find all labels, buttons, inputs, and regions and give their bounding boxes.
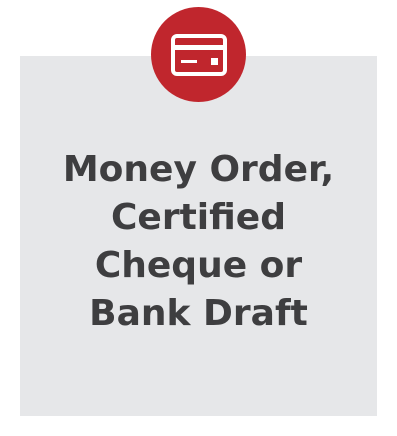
payment-method-title: Money Order, Certified Cheque or Bank Dr… xyxy=(20,146,377,338)
title-line-1: Money Order, xyxy=(62,149,335,190)
title-line-3: Cheque or xyxy=(94,245,303,286)
title-line-4: Bank Draft xyxy=(89,293,308,334)
credit-card-icon xyxy=(170,33,227,76)
title-line-2: Certified xyxy=(110,197,286,238)
icon-badge xyxy=(151,7,246,102)
